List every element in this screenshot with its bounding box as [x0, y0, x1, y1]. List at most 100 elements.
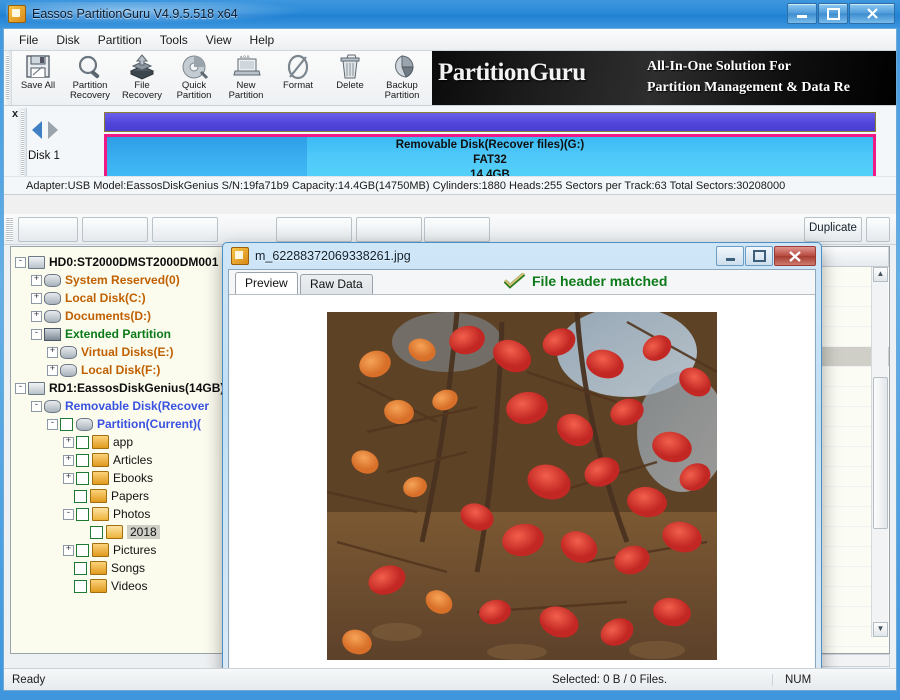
banner-logo: PartitionGuru — [438, 59, 586, 87]
collapse-icon[interactable]: - — [47, 418, 58, 430]
expand-icon[interactable]: + — [31, 310, 42, 322]
menu-view[interactable]: View — [197, 31, 241, 49]
dialog-close-button[interactable] — [774, 246, 816, 266]
browse-button-3[interactable] — [152, 217, 218, 242]
collapse-icon[interactable]: - — [63, 508, 74, 520]
menu-help[interactable]: Help — [241, 31, 284, 49]
tree-checkbox[interactable] — [60, 417, 73, 431]
disk-label: Disk 1 — [28, 150, 60, 162]
tree-checkbox[interactable] — [90, 525, 103, 539]
scroll-down-icon[interactable]: ▼ — [873, 622, 888, 637]
folder-icon — [90, 561, 107, 575]
tree-item-label: Pictures — [113, 543, 157, 557]
tree-checkbox[interactable] — [76, 507, 89, 521]
tree-item-label: Articles — [113, 453, 153, 467]
status-selected: Selected: 0 B / 0 Files. — [552, 673, 668, 686]
toolbar-backup-partition-button[interactable]: Backup Partition — [376, 51, 428, 105]
next-disk-icon[interactable] — [48, 121, 58, 139]
tree-item-label: Papers — [111, 489, 150, 503]
expand-icon[interactable]: + — [31, 274, 42, 286]
tree-item-label: System Reserved(0) — [65, 273, 180, 287]
file-list-scrollbar[interactable]: ▲ ▼ — [871, 267, 888, 637]
tree-item-label: HD0:ST2000DMST2000DM001 — [49, 255, 219, 269]
browse-button-5[interactable] — [356, 217, 422, 242]
dialog-maximize-button[interactable] — [745, 246, 773, 266]
expand-icon[interactable]: + — [63, 544, 74, 556]
tab-raw-data[interactable]: Raw Data — [300, 274, 373, 294]
tree-item-label: Local Disk(F:) — [81, 363, 161, 377]
browse-button-6[interactable] — [424, 217, 490, 242]
close-button[interactable] — [849, 3, 895, 24]
tree-item-label: Videos — [111, 579, 148, 593]
tree-checkbox[interactable] — [74, 561, 87, 575]
tree-checkbox[interactable] — [76, 543, 89, 557]
toolbar-file-recovery-button[interactable]: File Recovery — [116, 51, 168, 105]
menu-tools[interactable]: Tools — [151, 31, 197, 49]
tree-checkbox[interactable] — [74, 489, 87, 503]
toolbar-delete-button[interactable]: Delete — [324, 51, 376, 105]
collapse-icon[interactable]: - — [31, 328, 42, 340]
tree-checkbox[interactable] — [76, 435, 89, 449]
expand-icon[interactable]: + — [47, 346, 58, 358]
toolbar-quick-partition-button[interactable]: Quick Partition — [168, 51, 220, 105]
save-icon — [26, 55, 50, 78]
menu-disk[interactable]: Disk — [47, 31, 88, 49]
expand-icon[interactable]: + — [63, 454, 74, 466]
preview-photo-graphic — [327, 312, 717, 660]
partition-icon — [44, 309, 61, 323]
browse-options-button[interactable] — [866, 217, 890, 242]
expand-icon[interactable]: + — [31, 292, 42, 304]
expand-icon[interactable]: + — [47, 364, 58, 376]
prev-disk-icon[interactable] — [32, 121, 42, 139]
partition-icon — [44, 273, 61, 287]
toolbar-partition-recovery-label: Partition Recovery — [69, 80, 111, 101]
collapse-icon[interactable]: - — [15, 382, 26, 394]
window-controls — [787, 3, 895, 24]
tree-item-label: 2018 — [127, 525, 160, 539]
expand-icon[interactable]: + — [63, 436, 74, 448]
file-header-status: File header matched — [504, 273, 667, 289]
tree-item-label: RD1:EassosDiskGenius(14GB) — [49, 381, 225, 395]
collapse-icon[interactable]: - — [15, 256, 26, 268]
preview-image — [327, 312, 717, 660]
scroll-thumb[interactable] — [873, 377, 888, 529]
dialog-title-bar: m_62288372069338261.jpg — [223, 243, 821, 269]
expand-icon[interactable]: + — [63, 472, 74, 484]
toolbar-new-partition-button[interactable]: z-0-0- New Partition — [220, 51, 272, 105]
browse-button-4[interactable] — [276, 217, 352, 242]
tree-checkbox[interactable] — [74, 579, 87, 593]
tree-checkbox[interactable] — [76, 471, 89, 485]
banner-tagline: All-In-One Solution For Partition Manage… — [647, 56, 850, 98]
file-preview-dialog: m_62288372069338261.jpg Preview Raw Data — [222, 242, 822, 685]
dialog-title: m_62288372069338261.jpg — [255, 249, 411, 263]
scroll-up-icon[interactable]: ▲ — [873, 267, 888, 282]
collapse-icon[interactable]: - — [31, 400, 42, 412]
maximize-button[interactable] — [818, 3, 848, 24]
window-title: Eassos PartitionGuru V4.9.5.518 x64 — [32, 7, 238, 21]
toolbar-partition-recovery-button[interactable]: Partition Recovery — [64, 51, 116, 105]
browse-button-1[interactable] — [18, 217, 78, 242]
folder-icon — [90, 579, 107, 593]
svg-text:z-0-0-: z-0-0- — [240, 54, 251, 59]
minimize-button[interactable] — [787, 3, 817, 24]
toolbar-format-button[interactable]: Format — [272, 51, 324, 105]
tree-item-label: Extended Partition — [65, 327, 172, 341]
folder-icon — [92, 543, 109, 557]
browse-toolbar-grip[interactable] — [6, 217, 13, 241]
browse-button-2[interactable] — [82, 217, 148, 242]
dialog-minimize-button[interactable] — [716, 246, 744, 266]
disk-map-panel: x Disk 1 Removable Disk(Recover files)(G… — [4, 106, 896, 195]
menu-file[interactable]: File — [10, 31, 47, 49]
disk-nav-arrows — [32, 121, 58, 139]
toolbar-save-all-button[interactable]: Save All — [12, 51, 64, 105]
tab-preview[interactable]: Preview — [235, 272, 298, 294]
menu-partition[interactable]: Partition — [89, 31, 151, 49]
tree-checkbox[interactable] — [76, 453, 89, 467]
toolbar-grip[interactable] — [4, 51, 12, 105]
toolbar-backup-partition-label: Backup Partition — [384, 80, 420, 101]
disk-icon — [28, 381, 45, 395]
duplicate-button[interactable]: Duplicate — [804, 217, 862, 242]
file-recovery-icon — [129, 54, 155, 80]
